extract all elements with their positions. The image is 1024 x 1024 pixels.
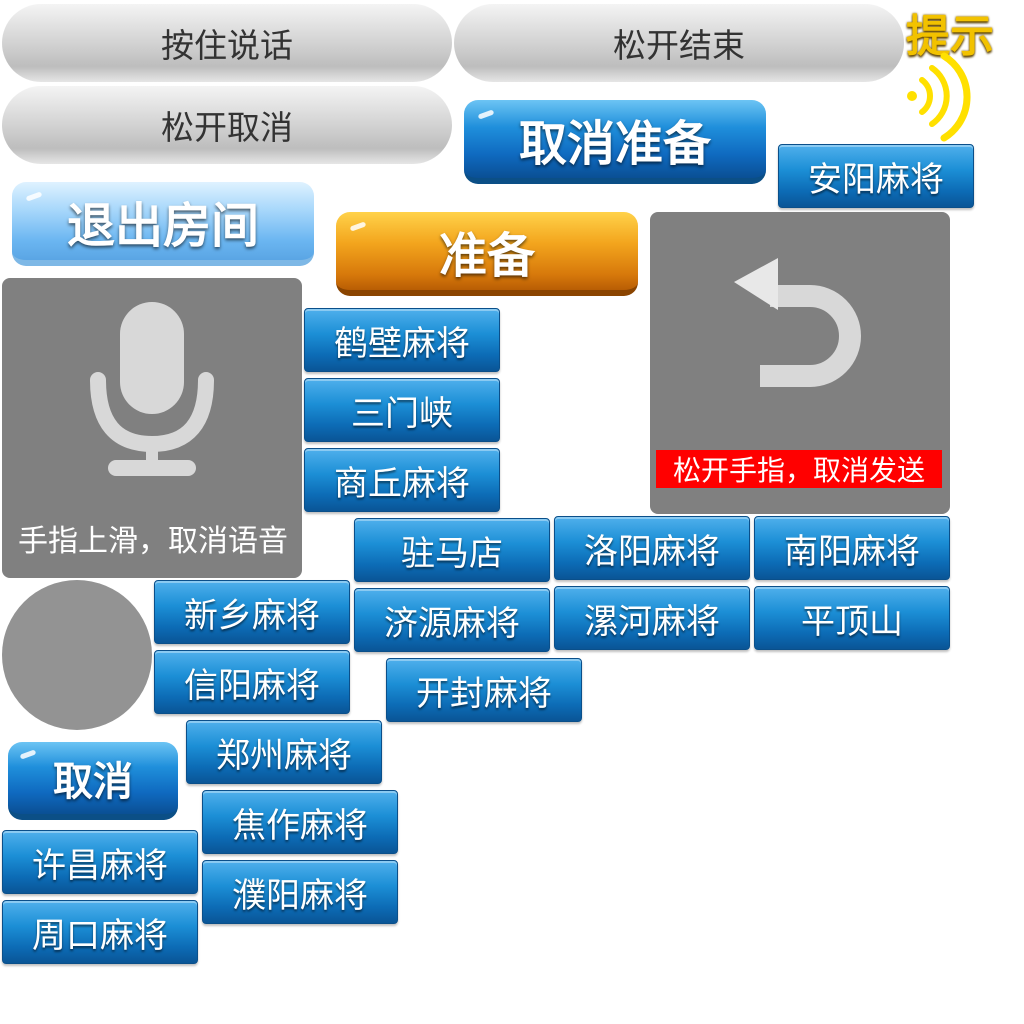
region-xinxiang-button[interactable]: 新乡麻将 (154, 580, 350, 644)
region-xuchang-button[interactable]: 许昌麻将 (2, 830, 198, 894)
region-pingdingshan-label: 平顶山 (801, 601, 903, 642)
cancel-send-warning: 松开手指，取消发送 (656, 450, 942, 488)
region-shangqiu-button[interactable]: 商丘麻将 (304, 448, 500, 512)
region-luohe-button[interactable]: 漯河麻将 (554, 586, 750, 650)
region-zhoukou-button[interactable]: 周口麻将 (2, 900, 198, 964)
region-luoyang-label: 洛阳麻将 (584, 531, 720, 572)
region-nanyang-label: 南阳麻将 (784, 531, 920, 572)
region-xinyang-button[interactable]: 信阳麻将 (154, 650, 350, 714)
swipe-up-hint: 手指上滑，取消语音 (18, 524, 288, 559)
cancel-send-panel: 松开手指，取消发送 (650, 212, 950, 514)
ready-label: 准备 (438, 228, 535, 284)
region-puyang-label: 濮阳麻将 (232, 875, 368, 916)
recording-panel: 手指上滑，取消语音 (2, 278, 302, 578)
gloss-highlight (25, 191, 43, 202)
exit-room-label: 退出房间 (66, 198, 259, 254)
region-zhumadian-label: 驻马店 (401, 533, 503, 574)
release-to-cancel-label: 松开取消 (161, 108, 293, 147)
sound-wave-icon (907, 52, 971, 142)
cancel-button[interactable]: 取消 (8, 742, 178, 820)
region-kaifeng-label: 开封麻将 (416, 673, 552, 714)
region-sanmenxia-button[interactable]: 三门峡 (304, 378, 500, 442)
region-jiyuan-button[interactable]: 济源麻将 (354, 588, 550, 652)
region-shangqiu-label: 商丘麻将 (334, 463, 470, 504)
region-hebi-button[interactable]: 鹤壁麻将 (304, 308, 500, 372)
region-luoyang-button[interactable]: 洛阳麻将 (554, 516, 750, 580)
cancel-ready-label: 取消准备 (518, 116, 711, 172)
region-hebi-label: 鹤壁麻将 (334, 323, 470, 364)
region-anyang-label: 安阳麻将 (808, 159, 944, 200)
region-zhengzhou-label: 郑州麻将 (216, 735, 352, 776)
region-luohe-label: 漯河麻将 (584, 601, 720, 642)
region-pingdingshan-button[interactable]: 平顶山 (754, 586, 950, 650)
microphone-icon (90, 302, 214, 476)
region-jiaozuo-label: 焦作麻将 (232, 805, 368, 846)
avatar-placeholder (2, 580, 152, 730)
region-xuchang-label: 许昌麻将 (32, 845, 168, 886)
region-kaifeng-button[interactable]: 开封麻将 (386, 658, 582, 722)
region-anyang-button[interactable]: 安阳麻将 (778, 144, 974, 208)
gloss-highlight (19, 749, 37, 760)
region-jiaozuo-button[interactable]: 焦作麻将 (202, 790, 398, 854)
region-nanyang-button[interactable]: 南阳麻将 (754, 516, 950, 580)
region-zhoukou-label: 周口麻将 (32, 915, 168, 956)
ready-button[interactable]: 准备 (336, 212, 638, 296)
region-zhumadian-button[interactable]: 驻马店 (354, 518, 550, 582)
region-sanmenxia-label: 三门峡 (351, 393, 453, 434)
region-jiyuan-label: 济源麻将 (384, 603, 520, 644)
undo-arrow-icon (734, 258, 861, 387)
release-to-end-label: 松开结束 (613, 26, 745, 65)
cancel-label: 取消 (53, 759, 133, 805)
cancel-ready-button[interactable]: 取消准备 (464, 100, 766, 184)
region-xinyang-label: 信阳麻将 (184, 665, 320, 706)
release-to-cancel-button[interactable]: 松开取消 (2, 86, 452, 164)
gloss-highlight (477, 109, 495, 120)
hold-to-talk-button[interactable]: 按住说话 (2, 4, 452, 82)
exit-room-button[interactable]: 退出房间 (12, 182, 314, 266)
release-to-end-button[interactable]: 松开结束 (454, 4, 904, 82)
region-zhengzhou-button[interactable]: 郑州麻将 (186, 720, 382, 784)
region-xinxiang-label: 新乡麻将 (184, 595, 320, 636)
gloss-highlight (349, 221, 367, 232)
region-puyang-button[interactable]: 濮阳麻将 (202, 860, 398, 924)
hold-to-talk-label: 按住说话 (161, 26, 293, 65)
